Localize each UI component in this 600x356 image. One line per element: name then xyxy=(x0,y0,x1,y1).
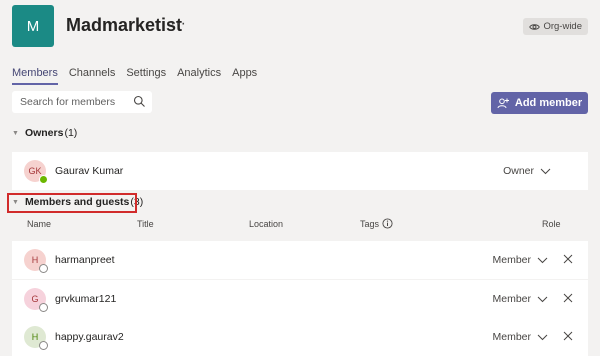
col-role[interactable]: Role xyxy=(542,219,561,229)
avatar: H xyxy=(24,326,48,350)
tab-channels[interactable]: Channels xyxy=(69,67,115,85)
owner-row[interactable]: GK Gaurav Kumar Owner xyxy=(12,152,588,190)
team-initial: M xyxy=(26,17,40,35)
search-input[interactable] xyxy=(20,96,128,108)
member-name: harmanpreet xyxy=(55,254,115,266)
status-offline-icon xyxy=(39,264,48,273)
member-name: grvkumar121 xyxy=(55,293,117,305)
org-wide-badge: Org-wide xyxy=(523,18,588,35)
org-wide-label: Org-wide xyxy=(543,21,582,32)
role-label: Member xyxy=(492,331,531,343)
add-member-label: Add member xyxy=(514,97,583,109)
col-location[interactable]: Location xyxy=(249,219,283,229)
status-available-icon xyxy=(39,175,48,184)
avatar-initials: GK xyxy=(28,166,42,176)
tab-apps[interactable]: Apps xyxy=(232,67,257,85)
role-dropdown[interactable]: Member xyxy=(492,254,548,266)
team-name: Madmarketist xyxy=(66,15,183,35)
avatar-initials: H xyxy=(31,255,39,265)
search-box xyxy=(12,91,152,113)
remove-member-icon[interactable] xyxy=(563,293,573,303)
search-icon[interactable] xyxy=(133,95,146,108)
column-headers: Name Title Location Tags Role xyxy=(0,218,600,231)
role-dropdown[interactable]: Owner xyxy=(503,165,551,177)
role-label: Owner xyxy=(503,165,534,177)
col-tags[interactable]: Tags xyxy=(360,219,379,229)
remove-member-icon[interactable] xyxy=(563,254,573,264)
highlight-annotation xyxy=(7,193,137,213)
chevron-down-icon xyxy=(537,334,548,340)
tab-members[interactable]: Members xyxy=(12,67,58,85)
role-label: Member xyxy=(492,293,531,305)
more-options-icon[interactable]: ··· xyxy=(170,15,186,33)
avatar-initials: G xyxy=(31,294,39,304)
status-offline-icon xyxy=(39,303,48,312)
member-name: happy.gaurav2 xyxy=(55,331,124,343)
add-member-button[interactable]: Add member xyxy=(491,92,588,114)
info-icon[interactable] xyxy=(382,218,393,229)
chevron-down-icon xyxy=(537,257,548,263)
owners-count: (1) xyxy=(64,127,78,139)
avatar: GK xyxy=(24,160,48,184)
member-row[interactable]: G grvkumar121 Member xyxy=(12,280,588,318)
chevron-down-icon xyxy=(540,168,551,174)
member-row[interactable]: H harmanpreet Member xyxy=(12,241,588,279)
status-offline-icon xyxy=(39,341,48,350)
eye-icon xyxy=(529,23,541,30)
col-name[interactable]: Name xyxy=(27,219,51,229)
col-title[interactable]: Title xyxy=(137,219,154,229)
add-person-icon xyxy=(497,98,509,108)
tab-settings[interactable]: Settings xyxy=(126,67,166,85)
member-name: Gaurav Kumar xyxy=(55,165,124,177)
tab-bar: Members Channels Settings Analytics Apps xyxy=(12,67,268,85)
owners-title: Owners xyxy=(24,127,64,139)
owners-section-header[interactable]: ▼ Owners (1) xyxy=(12,127,77,139)
role-dropdown[interactable]: Member xyxy=(492,293,548,305)
member-row[interactable]: H happy.gaurav2 Member xyxy=(12,318,588,356)
collapse-caret-icon[interactable]: ▼ xyxy=(12,130,19,137)
role-label: Member xyxy=(492,254,531,266)
avatar-initials: H xyxy=(31,332,39,342)
team-avatar: M xyxy=(12,5,54,47)
role-dropdown[interactable]: Member xyxy=(492,331,548,343)
chevron-down-icon xyxy=(537,296,548,302)
avatar: G xyxy=(24,288,48,312)
avatar: H xyxy=(24,249,48,273)
remove-member-icon[interactable] xyxy=(563,331,573,341)
tab-analytics[interactable]: Analytics xyxy=(177,67,221,85)
